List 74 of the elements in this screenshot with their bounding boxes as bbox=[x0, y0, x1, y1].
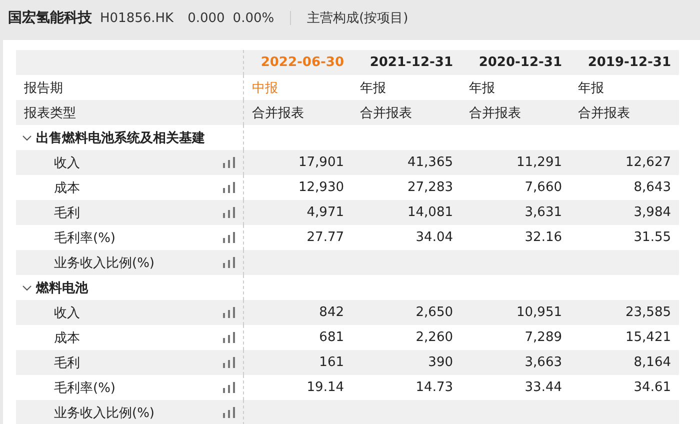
row-label: 业务收入比例(%) bbox=[54, 254, 154, 272]
table-cell: 17,901 bbox=[298, 155, 344, 170]
row-label: 毛利 bbox=[54, 354, 80, 372]
table-cell: 31.55 bbox=[634, 230, 671, 245]
table-cell: 19.14 bbox=[306, 380, 344, 395]
column-header[interactable]: 2019-12-31 bbox=[588, 55, 671, 70]
table-cell: 14.73 bbox=[416, 380, 453, 395]
row-label: 毛利 bbox=[54, 204, 80, 222]
table-cell: 8,164 bbox=[634, 355, 671, 370]
row-label: 收入 bbox=[54, 154, 80, 172]
table-cell: 2,260 bbox=[416, 330, 453, 345]
bar-chart-icon[interactable] bbox=[223, 382, 235, 393]
row-label: 报表类型 bbox=[24, 104, 76, 122]
row-label: 报告期 bbox=[24, 80, 63, 96]
table-cell: 7,660 bbox=[524, 180, 562, 195]
table-cell-text: 中报 bbox=[252, 80, 278, 96]
bar-chart-icon[interactable] bbox=[223, 357, 235, 368]
table-cell-text: 合并报表 bbox=[252, 104, 304, 122]
table-cell: 34.04 bbox=[416, 230, 453, 245]
table-cell: 10,951 bbox=[516, 305, 562, 320]
table-cell: 842 bbox=[319, 305, 344, 320]
table-cell: 7,289 bbox=[524, 330, 562, 345]
group-label[interactable]: 出售燃料电池系统及相关基建 bbox=[36, 128, 205, 146]
table-cell-text: 年报 bbox=[469, 80, 495, 96]
table-cell: 15,421 bbox=[626, 330, 671, 345]
bar-chart-icon[interactable] bbox=[223, 307, 235, 318]
row-label: 成本 bbox=[54, 180, 80, 196]
table-cell-text: 年报 bbox=[360, 80, 386, 96]
table-cell: 8,643 bbox=[634, 180, 671, 195]
row-label: 业务收入比例(%) bbox=[54, 404, 154, 422]
table-cell: 27,283 bbox=[408, 180, 453, 195]
table-cell: 2,650 bbox=[416, 305, 453, 320]
row-label: 收入 bbox=[54, 304, 80, 322]
table-cell: 3,631 bbox=[524, 205, 562, 220]
table-cell-text: 年报 bbox=[578, 80, 604, 96]
table-cell: 32.16 bbox=[524, 230, 562, 245]
table-cell: 41,365 bbox=[408, 155, 453, 170]
chevron-icon[interactable] bbox=[22, 132, 32, 142]
table-cell: 34.61 bbox=[634, 380, 671, 395]
column-header[interactable]: 2020-12-31 bbox=[478, 55, 562, 70]
table-cell-text: 合并报表 bbox=[360, 104, 412, 122]
table-cell: 390 bbox=[428, 355, 453, 370]
section-title: 主营构成(按项目) bbox=[307, 10, 408, 27]
bar-chart-icon[interactable] bbox=[223, 332, 235, 343]
table-cell: 3,984 bbox=[634, 205, 671, 220]
bar-chart-icon[interactable] bbox=[223, 207, 235, 218]
chevron-icon[interactable] bbox=[22, 282, 32, 292]
table-cell: 33.44 bbox=[524, 380, 562, 395]
bar-chart-icon[interactable] bbox=[223, 182, 235, 193]
table-cell-text: 合并报表 bbox=[578, 104, 630, 122]
table-cell-text: 合并报表 bbox=[469, 104, 521, 122]
table-cell: 12,627 bbox=[626, 155, 671, 170]
bar-chart-icon[interactable] bbox=[223, 157, 235, 168]
table-cell: 27.77 bbox=[306, 230, 344, 245]
bar-chart-icon[interactable] bbox=[223, 407, 235, 418]
row-label: 毛利率(%) bbox=[54, 230, 116, 246]
table-cell: 11,291 bbox=[516, 155, 562, 170]
company-name: 国宏氢能科技 bbox=[8, 9, 92, 27]
table-cell: 14,081 bbox=[408, 205, 453, 220]
row-label: 成本 bbox=[54, 330, 80, 346]
price: 0.000 bbox=[188, 10, 225, 26]
table-cell: 12,930 bbox=[298, 180, 344, 195]
table-cell: 3,663 bbox=[524, 355, 562, 370]
stock-code: H01856.HK bbox=[100, 10, 174, 26]
bar-chart-icon[interactable] bbox=[223, 232, 235, 243]
group-label[interactable]: 燃料电池 bbox=[36, 278, 88, 296]
column-header[interactable]: 2021-12-31 bbox=[370, 55, 453, 70]
table-cell: 4,971 bbox=[306, 205, 344, 220]
row-label: 毛利率(%) bbox=[54, 380, 116, 396]
bar-chart-icon[interactable] bbox=[223, 257, 235, 268]
table-cell: 161 bbox=[319, 355, 344, 370]
table-cell: 681 bbox=[319, 330, 344, 345]
change: 0.00% bbox=[232, 10, 274, 26]
table-cell: 23,585 bbox=[626, 305, 671, 320]
